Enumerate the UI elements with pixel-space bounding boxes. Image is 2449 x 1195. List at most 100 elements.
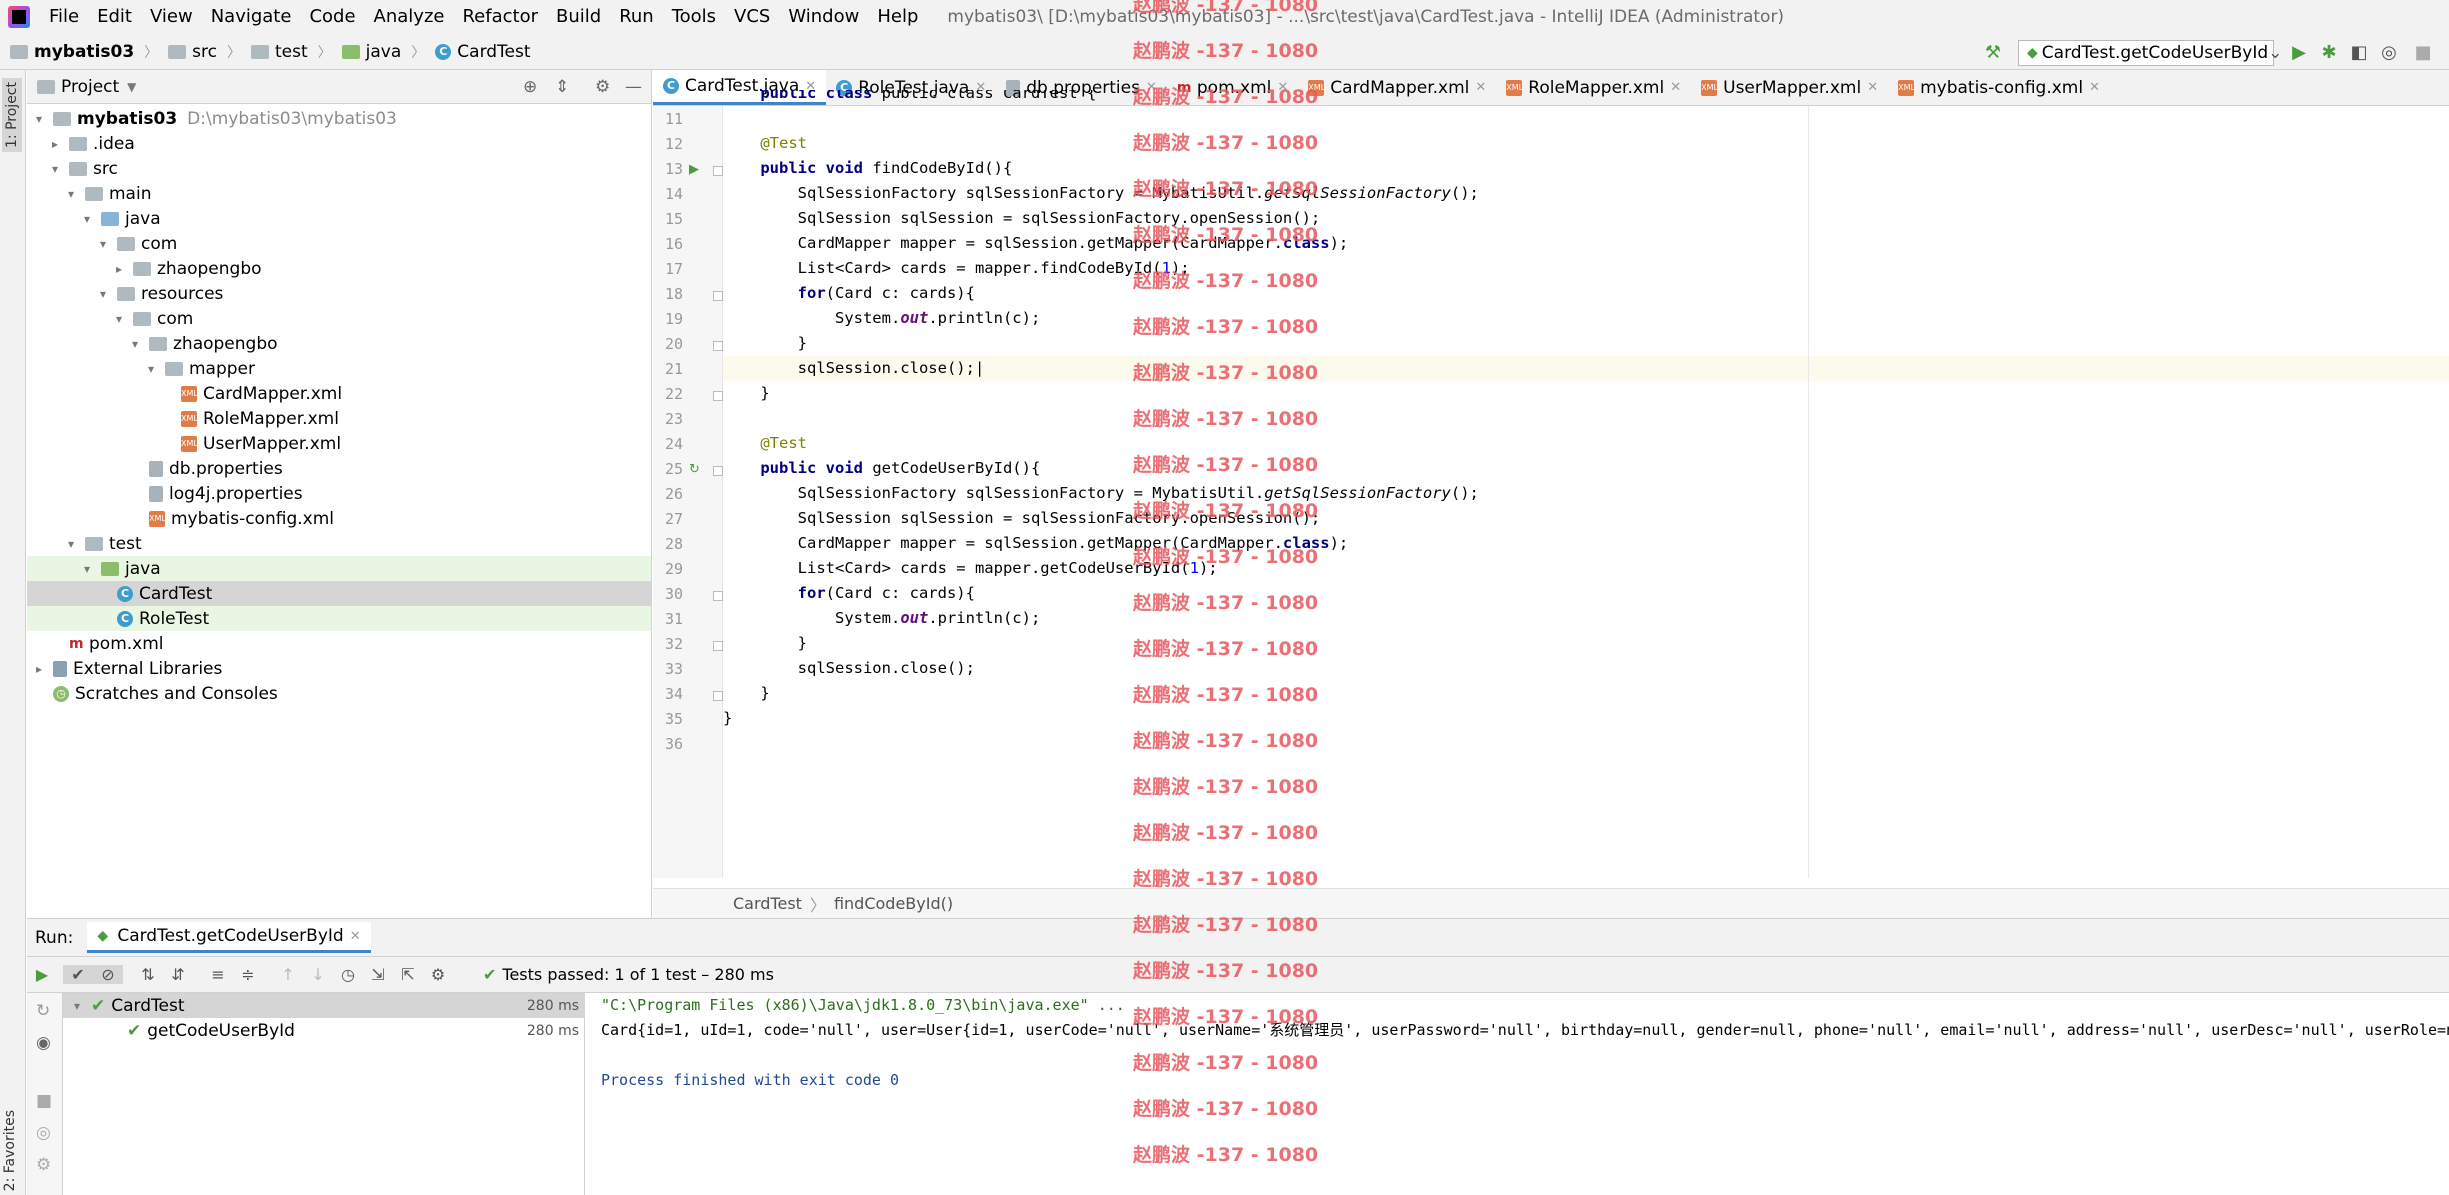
fold-marker-icon[interactable] (713, 691, 723, 701)
minimize-icon[interactable]: — (625, 77, 642, 97)
camera-icon[interactable]: ◉ (36, 1033, 51, 1053)
tree-item[interactable]: log4j.properties (27, 481, 651, 506)
menu-refactor[interactable]: Refactor (453, 0, 547, 34)
tree-item[interactable]: C CardTest (27, 581, 651, 606)
crumb-java[interactable]: java 〉 (332, 42, 425, 62)
chevron-right-icon[interactable]: ▸ (31, 662, 47, 676)
fold-marker-icon[interactable] (713, 166, 723, 176)
tree-item[interactable]: ▾ zhaopengbo (27, 331, 651, 356)
sort-alpha-icon[interactable]: ⇅ (133, 965, 163, 984)
crumb-cardtest[interactable]: C CardTest (425, 42, 531, 62)
run-icon[interactable]: ▶ (2288, 42, 2310, 64)
settings-icon[interactable]: ⚙ (36, 1155, 51, 1175)
close-icon[interactable]: ✕ (350, 929, 361, 944)
menu-window[interactable]: Window (779, 0, 868, 34)
chevron-down-icon[interactable]: ▾ (95, 287, 111, 301)
next-icon[interactable]: ↓ (303, 965, 333, 984)
expand-all-icon[interactable]: ≡ (203, 965, 233, 984)
menu-help[interactable]: Help (868, 0, 927, 34)
menu-navigate[interactable]: Navigate (202, 0, 301, 34)
tree-item[interactable]: ▾ com (27, 306, 651, 331)
menu-build[interactable]: Build (547, 0, 610, 34)
run-tab[interactable]: ◆ CardTest.getCodeUserById ✕ (87, 922, 371, 953)
tree-item[interactable]: ◷ Scratches and Consoles (27, 681, 651, 706)
tree-item[interactable]: ▸ External Libraries (27, 656, 651, 681)
stop-icon[interactable]: ■ (2412, 42, 2434, 64)
sort-duration-icon[interactable]: ⇵ (163, 965, 193, 984)
menu-view[interactable]: View (141, 0, 202, 34)
chevron-down-icon[interactable]: ▾ (63, 187, 79, 201)
tree-item[interactable]: C RoleTest (27, 606, 651, 631)
gear-icon[interactable]: ⚙ (423, 965, 453, 984)
rerun-test-icon[interactable]: ↻ (689, 462, 700, 477)
rerun-icon[interactable]: ▶ (27, 965, 57, 984)
coverage-icon[interactable]: ◧ (2348, 42, 2370, 64)
tree-item[interactable]: ▾ java (27, 556, 651, 581)
locate-icon[interactable]: ⊕ (523, 77, 537, 97)
chevron-down-icon[interactable]: ▾ (127, 337, 143, 351)
tree-item[interactable]: m pom.xml (27, 631, 651, 656)
profile-icon[interactable]: ◎ (2378, 42, 2400, 64)
chevron-right-icon[interactable]: ▸ (111, 262, 127, 276)
menu-vcs[interactable]: VCS (725, 0, 779, 34)
tree-item[interactable]: ▾ src (27, 156, 651, 181)
tree-item[interactable]: ▾ com (27, 231, 651, 256)
chevron-right-icon[interactable]: ▸ (47, 137, 63, 151)
tree-item[interactable]: ▾ main (27, 181, 651, 206)
menu-edit[interactable]: Edit (88, 0, 141, 34)
test-row-cardtest[interactable]: ▾ ✔ CardTest 280 ms (63, 993, 585, 1018)
dump-icon[interactable]: ◎ (36, 1123, 51, 1143)
project-panel-title[interactable]: Project (61, 77, 119, 97)
menu-code[interactable]: Code (300, 0, 364, 34)
show-ignored-icon[interactable]: ⊘ (93, 965, 123, 984)
stop-icon[interactable]: ■ (36, 1091, 52, 1111)
tree-item[interactable]: XML CardMapper.xml (27, 381, 651, 406)
chevron-down-icon[interactable]: ▾ (111, 312, 127, 326)
history-icon[interactable]: ◷ (333, 965, 363, 984)
crumb-src[interactable]: src 〉 (158, 42, 241, 62)
import-icon[interactable]: ⇲ (363, 965, 393, 984)
breadcrumb-method[interactable]: findCodeById() (834, 894, 953, 913)
build-hammer-icon[interactable]: ⚒ (1982, 42, 2004, 64)
tree-item[interactable]: ▾ resources (27, 281, 651, 306)
gear-icon[interactable]: ⚙ (595, 77, 610, 97)
fold-marker-icon[interactable] (713, 466, 723, 476)
chevron-down-icon[interactable]: ▼ (127, 80, 136, 94)
export-icon[interactable]: ⇱ (393, 965, 423, 984)
tree-item[interactable]: db.properties (27, 456, 651, 481)
menu-tools[interactable]: Tools (663, 0, 725, 34)
chevron-down-icon[interactable]: ▾ (79, 212, 95, 226)
tree-item[interactable]: XML mybatis-config.xml (27, 506, 651, 531)
debug-icon[interactable]: ✱ (2318, 42, 2340, 64)
previous-icon[interactable]: ↑ (273, 965, 303, 984)
crumb-project[interactable]: mybatis03 〉 (0, 42, 158, 62)
collapse-all-icon[interactable]: ≑ (233, 965, 263, 984)
chevron-down-icon[interactable]: ▾ (47, 162, 63, 176)
menu-run[interactable]: Run (610, 0, 663, 34)
fold-marker-icon[interactable] (713, 291, 723, 301)
tree-item[interactable]: XML UserMapper.xml (27, 431, 651, 456)
tree-item[interactable]: ▸ .idea (27, 131, 651, 156)
chevron-down-icon[interactable]: ▾ (143, 362, 159, 376)
collapse-all-icon[interactable]: ⇕ (555, 77, 569, 97)
fold-marker-icon[interactable] (713, 641, 723, 651)
fold-marker-icon[interactable] (713, 341, 723, 351)
chevron-down-icon[interactable]: ▾ (79, 562, 95, 576)
favorites-tool-button[interactable]: 2: Favorites (2, 1110, 18, 1191)
tree-item[interactable]: ▾ test (27, 531, 651, 556)
project-tool-button[interactable]: 1: Project (2, 78, 22, 152)
tree-item[interactable]: ▾ mapper (27, 356, 651, 381)
fold-marker-icon[interactable] (713, 591, 723, 601)
crumb-test[interactable]: test 〉 (241, 42, 332, 62)
tree-item[interactable]: ▾ java (27, 206, 651, 231)
breadcrumb-class[interactable]: CardTest (733, 894, 802, 913)
chevron-down-icon[interactable]: ▾ (63, 537, 79, 551)
tree-item[interactable]: XML RoleMapper.xml (27, 406, 651, 431)
menu-file[interactable]: File (40, 0, 88, 34)
console-output[interactable]: "C:\Program Files (x86)\Java\jdk1.8.0_73… (587, 993, 2449, 1195)
run-configuration-select[interactable]: ◆ CardTest.getCodeUserById ⌄ (2018, 40, 2282, 66)
chevron-down-icon[interactable]: ▾ (95, 237, 111, 251)
menu-analyze[interactable]: Analyze (365, 0, 454, 34)
pin-icon[interactable]: ↻ (36, 1001, 50, 1021)
chevron-down-icon[interactable]: ▾ (31, 112, 47, 126)
